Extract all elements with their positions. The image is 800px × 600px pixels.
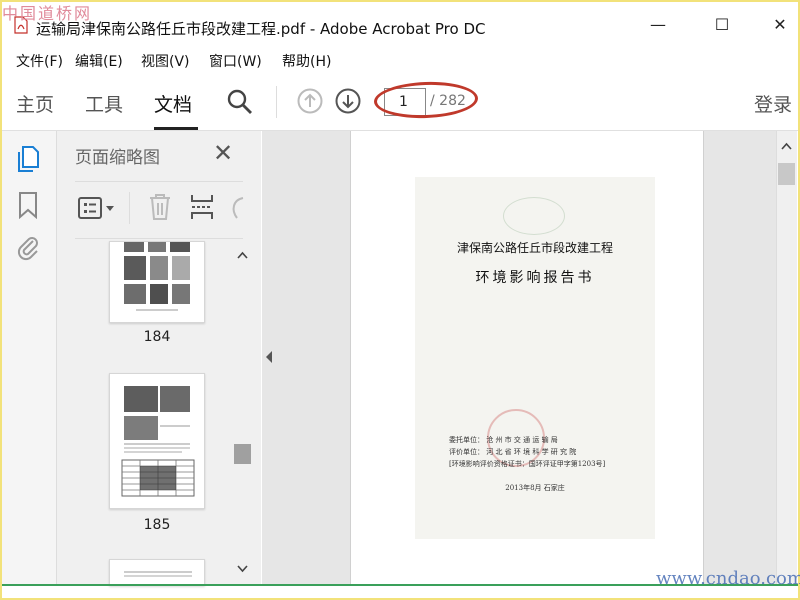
doc-client-label: 委托单位：	[449, 436, 484, 444]
doc-report-title: 环境影响报告书	[475, 270, 595, 286]
faint-stamp	[503, 197, 565, 235]
document-view: 津保南公路任丘市段改建工程 环境影响报告书 委托单位： 沧 州 市 交 通 运 …	[350, 131, 778, 585]
doc-scroll-thumb[interactable]	[778, 163, 795, 185]
doc-date: 2013年8月 石家庄	[505, 484, 565, 492]
doc-project-name: 津保南公路任丘市段改建工程	[456, 241, 613, 255]
thumbnail-options-icon[interactable]	[77, 196, 117, 220]
page-thumbnails-icon[interactable]	[16, 145, 40, 173]
scroll-down-icon[interactable]	[236, 564, 249, 574]
watermark-top-left: 中国道桥网	[2, 4, 93, 23]
watermark-bottom-right: www.cndao.com	[656, 568, 800, 589]
bookmark-icon[interactable]	[18, 191, 38, 219]
doc-scroll-up-icon[interactable]	[780, 141, 793, 151]
title-bar: 运输局津保南公路任丘市段改建工程.pdf - Adobe Acrobat Pro…	[2, 2, 798, 44]
document-scrollbar[interactable]	[776, 131, 797, 585]
menu-file[interactable]: 文件(F)	[16, 51, 63, 71]
scroll-up-icon[interactable]	[236, 250, 249, 260]
doc-client-value: 沧 州 市 交 通 运 输 局	[486, 436, 558, 444]
delete-page-icon[interactable]	[147, 192, 173, 222]
scanned-page: 津保南公路任丘市段改建工程 环境影响报告书 委托单位： 沧 州 市 交 通 运 …	[415, 177, 655, 539]
document-page: 津保南公路任丘市段改建工程 环境影响报告书 委托单位： 沧 州 市 交 通 运 …	[350, 131, 704, 585]
login-button[interactable]: 登录	[754, 90, 792, 117]
thumbnail-page-next[interactable]	[109, 559, 205, 586]
toolbar: 主页 工具 文档 1 / 282 登录	[2, 74, 798, 131]
previous-page-icon[interactable]	[296, 87, 324, 115]
next-page-icon[interactable]	[334, 87, 362, 115]
thumbnail-scroll-thumb[interactable]	[234, 444, 251, 464]
left-nav-pane	[2, 131, 57, 585]
thumbnail-page-184[interactable]	[109, 241, 205, 323]
doc-client-line: 委托单位： 沧 州 市 交 通 运 输 局	[449, 435, 558, 445]
insert-page-icon[interactable]	[189, 192, 215, 222]
tab-tools[interactable]: 工具	[85, 90, 123, 117]
window-title: 运输局津保南公路任丘市段改建工程.pdf - Adobe Acrobat Pro…	[36, 20, 486, 38]
red-annotation-ellipse	[373, 80, 479, 120]
thumbnail-185-content	[121, 386, 195, 497]
close-button[interactable]: ✕	[764, 12, 796, 36]
panel-close-button[interactable]: ✕	[213, 139, 233, 167]
rotate-icon[interactable]	[229, 194, 245, 220]
thumbnail-next-content	[124, 571, 192, 577]
panel-toolbar-separator	[129, 192, 130, 224]
minimize-button[interactable]: —	[642, 12, 674, 36]
menu-view[interactable]: 视图(V)	[141, 51, 190, 71]
panel-divider	[262, 131, 350, 585]
active-tab-indicator	[154, 127, 198, 130]
doc-assessor-line: 评价单位： 河 北 省 环 境 科 学 研 究 院	[449, 447, 576, 457]
menu-edit[interactable]: 编辑(E)	[75, 51, 123, 71]
search-icon[interactable]	[226, 88, 254, 116]
maximize-button[interactable]: ☐	[706, 12, 738, 36]
doc-certificate: [环境影响评价资格证书：国环评证甲字第1203号]	[449, 460, 606, 468]
panel-title: 页面缩略图	[75, 148, 160, 168]
doc-assessor-label: 评价单位：	[449, 448, 484, 456]
thumbnail-panel: 页面缩略图 ✕ 184 185	[57, 131, 261, 586]
panel-toolbar	[75, 181, 245, 239]
menu-help[interactable]: 帮助(H)	[282, 51, 331, 71]
attachment-icon[interactable]	[16, 233, 40, 261]
tab-document[interactable]: 文档	[154, 90, 192, 117]
thumbnail-label-185: 185	[143, 517, 171, 533]
menu-window[interactable]: 窗口(W)	[209, 51, 262, 71]
tab-home[interactable]: 主页	[16, 90, 54, 117]
thumbnail-184-content	[124, 242, 190, 311]
collapse-panel-icon[interactable]	[264, 349, 274, 365]
thumbnail-label-184: 184	[143, 329, 171, 345]
doc-assessor-value: 河 北 省 环 境 科 学 研 究 院	[486, 448, 577, 456]
thumbnail-page-185[interactable]	[109, 373, 205, 509]
thumbnail-scrollbar[interactable]	[234, 246, 251, 582]
toolbar-separator	[276, 86, 277, 118]
menu-bar: 文件(F) 编辑(E) 视图(V) 窗口(W) 帮助(H)	[2, 46, 798, 72]
